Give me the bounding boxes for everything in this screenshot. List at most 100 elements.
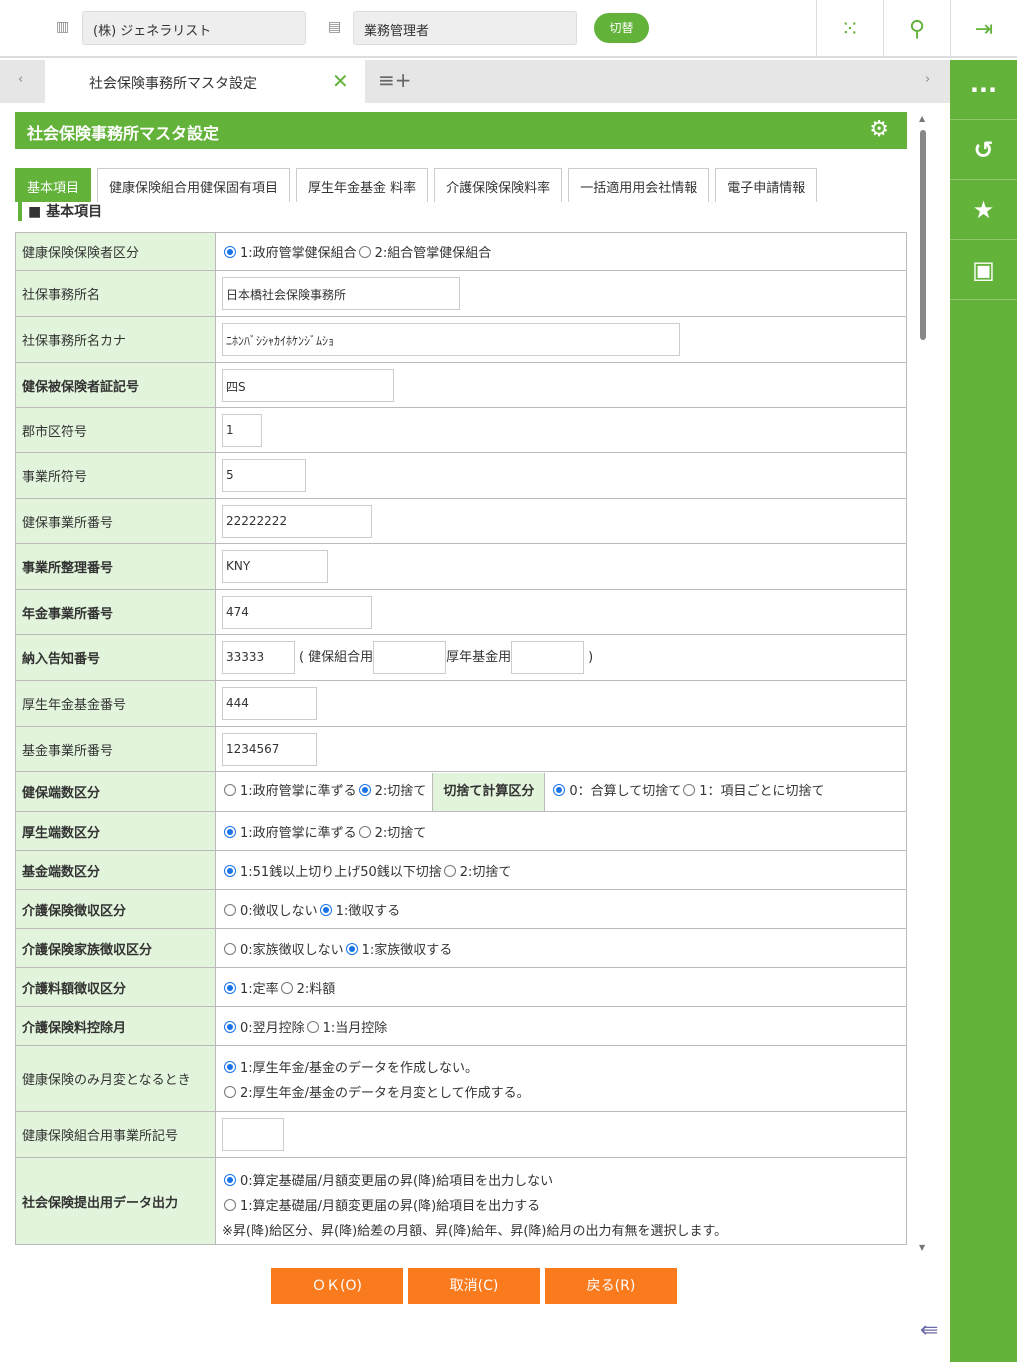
text-input[interactable] [511, 641, 585, 674]
radio-option[interactable]: 2:切捨て [357, 783, 426, 799]
radio-unchecked[interactable] [224, 1198, 236, 1211]
tab-scroll-right-icon[interactable]: › [925, 72, 930, 87]
radio-checked[interactable] [224, 864, 236, 877]
more-icon[interactable]: ··· [950, 60, 1017, 120]
close-tab-icon[interactable]: ✕ [332, 69, 349, 93]
gear-icon[interactable]: ⚙ [869, 117, 889, 142]
section-tab[interactable]: 一括適用用会社情報 [568, 168, 710, 202]
radio-checked[interactable] [224, 1060, 236, 1073]
company-field[interactable]: (株) ジェネラリスト [82, 11, 306, 45]
radio-unchecked[interactable] [224, 1085, 236, 1098]
radio-unchecked[interactable] [683, 783, 696, 796]
star-icon[interactable]: ★ [950, 180, 1017, 240]
radio-checked[interactable] [224, 981, 236, 994]
add-tab-icon[interactable]: ≡+ [378, 68, 412, 92]
radio-checked[interactable] [224, 1020, 236, 1033]
text-input[interactable]: 1234567 [222, 732, 317, 766]
section-tab[interactable]: 電子申請情報 [715, 168, 818, 202]
table-row: 健康保険のみ月変となるとき 1:厚生年金/基金のデータを作成しない。 2:厚生年金/… [15, 1045, 907, 1112]
radio-option[interactable]: 1:厚生年金/基金のデータを作成しない。 [222, 1057, 900, 1076]
text-input[interactable]: KNY [222, 550, 328, 583]
radio-option[interactable]: 1:家族徴収する [344, 942, 453, 958]
collapse-arrow-icon[interactable]: ⇚ [920, 1318, 938, 1343]
radio-unchecked[interactable] [306, 1020, 319, 1033]
radio-unchecked[interactable] [224, 903, 236, 916]
radio-option[interactable]: 0:翌月控除 [222, 1020, 305, 1036]
radio-option[interactable]: 0:徴収しない [222, 903, 318, 919]
radio-checked[interactable] [319, 903, 332, 916]
section-tab[interactable]: 介護保険保険料率 [434, 168, 563, 202]
row-label: 健保事業所番号 [15, 498, 216, 544]
radio-checked[interactable] [224, 825, 236, 838]
scrollbar-thumb[interactable] [920, 130, 926, 340]
radio-unchecked[interactable] [358, 825, 371, 838]
radio-option[interactable]: 2:厚生年金/基金のデータを月変として作成する。 [222, 1082, 900, 1101]
radio-label: 2:切捨て [459, 864, 512, 880]
radio-option[interactable]: 1:算定基礎届/月額変更届の昇(降)給項目を出力する [222, 1195, 900, 1214]
text-input[interactable] [222, 1118, 284, 1151]
radio-label: 1:家族徴収する [361, 942, 453, 958]
table-row: 介護料額徴収区分 1:定率 2:料額 [15, 967, 907, 1007]
radio-checked[interactable] [224, 246, 236, 258]
cancel-button[interactable]: 取消(C) [408, 1268, 540, 1304]
search-icon[interactable]: ⚲ [883, 0, 950, 58]
history-icon[interactable]: ↺ [950, 120, 1017, 180]
radio-option[interactable]: 0:家族徴収しない [222, 942, 344, 958]
radio-option[interactable]: 1:定率 [222, 981, 279, 997]
radio-option[interactable]: 1:政府管掌に準ずる [222, 783, 357, 799]
row-value: 22222222 [215, 498, 907, 544]
tab-scroll-left-icon[interactable]: ‹ [18, 72, 23, 87]
radio-option[interactable]: 1:51銭以上切り上げ50銭以下切捨 [222, 864, 442, 880]
radio-option[interactable]: 2:料額 [279, 981, 335, 997]
scrollbar[interactable]: ▲ ▼ [917, 114, 927, 1252]
tab-social-insurance-office[interactable]: 社会保険事務所マスタ設定 ✕ [45, 60, 365, 103]
section-tab[interactable]: 健康保険組合用健保固有項目 [97, 168, 291, 202]
inbox-icon[interactable]: ▣ [950, 240, 1017, 300]
radio-option[interactable]: 0：合算して切捨て [551, 783, 681, 799]
radio-option[interactable]: 2:切捨て [442, 864, 512, 880]
radio-checked[interactable] [358, 783, 371, 796]
radio-label: 1:厚生年金/基金のデータを作成しない。 [240, 1060, 479, 1076]
text-input[interactable]: 33333 [222, 641, 295, 674]
role-field[interactable]: 業務管理者 [353, 11, 577, 45]
text-input[interactable]: ﾆﾎﾝﾊﾞｼｼｬｶｲﾎｹﾝｼﾞﾑｼｮ [222, 323, 680, 356]
radio-label: 2:厚生年金/基金のデータを月変として作成する。 [240, 1085, 530, 1101]
text-input[interactable] [373, 641, 447, 674]
logout-icon[interactable]: ⇥ [950, 0, 1017, 58]
radio-option[interactable]: 0:算定基礎届/月額変更届の昇(降)給項目を出力しない [222, 1170, 900, 1189]
text-input[interactable]: 5 [222, 459, 306, 492]
back-button[interactable]: 戻る(R) [545, 1268, 677, 1304]
table-row: 厚生端数区分 1:政府管掌に準ずる 2:切捨て [15, 811, 907, 851]
radio-unchecked[interactable] [280, 981, 293, 994]
text-input[interactable]: 1 [222, 413, 262, 447]
radio-option[interactable]: 2:切捨て [357, 825, 426, 841]
radio-unchecked[interactable] [224, 783, 236, 796]
text-input[interactable]: 22222222 [222, 504, 372, 538]
switch-button[interactable]: 切替 [594, 13, 649, 43]
table-row: 健康保険組合用事業所記号 [15, 1111, 907, 1158]
radio-checked[interactable] [345, 942, 358, 955]
radio-unchecked[interactable] [224, 942, 236, 955]
table-row: 介護保険料控除月 0:翌月控除 1:当月控除 [15, 1006, 907, 1046]
row-label: 健保端数区分 [15, 771, 216, 812]
radio-option[interactable]: 1:徴収する [318, 903, 400, 919]
text-input[interactable]: 444 [222, 687, 317, 720]
text-input[interactable]: 四S [222, 368, 394, 402]
radio-checked[interactable] [553, 783, 566, 796]
row-label: 社保事務所名カナ [15, 316, 216, 363]
radio-unchecked[interactable] [443, 864, 456, 877]
radio-checked[interactable] [224, 1173, 236, 1186]
table-row: 介護保険徴収区分 0:徴収しない 1:徴収する [15, 889, 907, 929]
section-tab[interactable]: 厚生年金基金 料率 [296, 168, 429, 202]
section-tab[interactable]: 基本項目 [15, 168, 92, 202]
radio-option[interactable]: 1:当月控除 [305, 1020, 387, 1036]
ok-button[interactable]: ＯＫ(O) [271, 1268, 403, 1304]
apps-grid-icon[interactable]: ⁙ [816, 0, 883, 58]
radio-option[interactable]: 1:政府管掌健保組合 [222, 246, 357, 261]
radio-option[interactable]: 1：項目ごとに切捨て [681, 783, 825, 799]
radio-option[interactable]: 2:組合管掌健保組合 [357, 246, 491, 261]
text-input[interactable]: 日本橋社会保険事務所 [222, 277, 460, 310]
text-input[interactable]: 474 [222, 595, 372, 629]
radio-option[interactable]: 1:政府管掌に準ずる [222, 825, 357, 841]
radio-unchecked[interactable] [358, 246, 371, 258]
